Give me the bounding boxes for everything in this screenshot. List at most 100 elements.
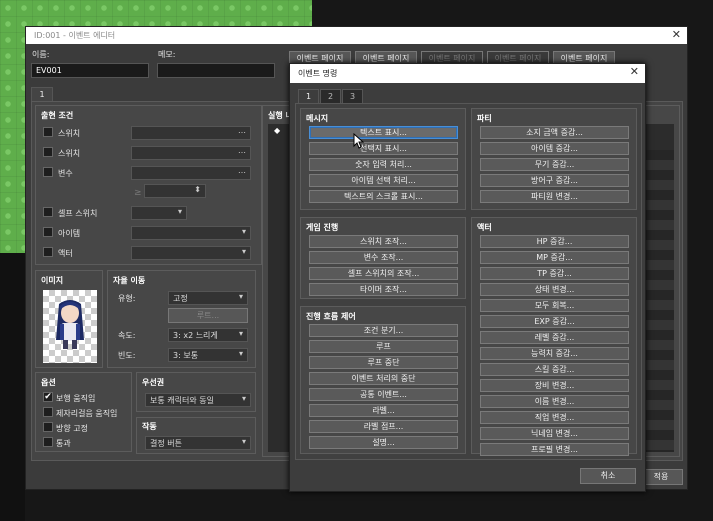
walking-anim-checkbox[interactable]: ✔ <box>43 392 53 402</box>
condition-checkbox[interactable] <box>43 207 53 217</box>
jump-to-label-button[interactable]: 라벨 점프... <box>309 420 458 433</box>
show-choices-button[interactable]: 선택지 표시... <box>309 142 458 155</box>
frequency-select[interactable]: 3: 보통 ▾ <box>168 348 248 362</box>
condition-checkbox[interactable] <box>43 127 53 137</box>
change-party-member-button[interactable]: 파티원 변경... <box>480 190 629 203</box>
change-items-button[interactable]: 아이템 증감... <box>480 142 629 155</box>
character-image[interactable] <box>43 290 97 363</box>
variable-value-stepper[interactable]: ⬍ <box>144 184 206 198</box>
change-hp-button[interactable]: HP 증감... <box>480 235 629 248</box>
loop-button[interactable]: 루프 <box>309 340 458 353</box>
switch2-select[interactable]: … <box>131 146 251 160</box>
editor-titlebar: ID:001 - 이벤트 에디터 ✕ <box>26 27 687 44</box>
select-item-button[interactable]: 아이템 선택 처리... <box>309 174 458 187</box>
self-switch-select[interactable]: ▾ <box>131 206 187 220</box>
dialog-title: 이벤트 명령 <box>298 69 338 78</box>
condition-checkbox[interactable] <box>43 227 53 237</box>
speed-select[interactable]: 3: x2 느리게 ▾ <box>168 328 248 342</box>
trigger-group: 작동 결정 버튼 ▾ <box>136 417 256 454</box>
close-icon[interactable]: ✕ <box>630 65 639 78</box>
change-parameter-button[interactable]: 능력치 증감... <box>480 347 629 360</box>
option-label: 제자리걸음 움직임 <box>56 409 118 418</box>
change-name-button[interactable]: 이름 변경... <box>480 395 629 408</box>
control-self-switch-button[interactable]: 셀프 스위치의 조작... <box>309 267 458 280</box>
condition-checkbox[interactable] <box>43 147 53 157</box>
ellipsis-icon: … <box>238 126 246 135</box>
conditional-branch-button[interactable]: 조건 분기... <box>309 324 458 337</box>
comment-button[interactable]: 설명... <box>309 436 458 449</box>
stepping-anim-checkbox[interactable] <box>43 407 53 417</box>
through-checkbox[interactable] <box>43 437 53 447</box>
chevron-down-icon: ▾ <box>177 207 182 216</box>
speed-value: 3: x2 느리게 <box>173 331 218 340</box>
exit-event-button[interactable]: 이벤트 처리의 중단 <box>309 372 458 385</box>
tab-page-1[interactable]: 1 <box>31 87 53 102</box>
change-armors-button[interactable]: 방어구 증감... <box>480 174 629 187</box>
change-level-button[interactable]: 레벨 증감... <box>480 331 629 344</box>
item-select[interactable]: ▾ <box>131 226 251 240</box>
condition-checkbox[interactable] <box>43 247 53 257</box>
message-group: 메시지 텍스트 표시... 선택지 표시... 숫자 입력 처리... 아이템 … <box>300 108 466 210</box>
chevron-down-icon: ▾ <box>241 247 246 256</box>
actor-group: 액터 HP 증감... MP 증감... TP 증감... 상태 변경... 모… <box>471 217 637 456</box>
change-tp-button[interactable]: TP 증감... <box>480 267 629 280</box>
game-progress-title: 게임 진행 <box>306 223 339 232</box>
chevron-down-icon: ▾ <box>241 227 246 236</box>
change-mp-button[interactable]: MP 증감... <box>480 251 629 264</box>
condition-label: 변수 <box>58 169 73 178</box>
actor-title: 액터 <box>477 223 492 232</box>
chevron-down-icon: ▾ <box>241 394 246 403</box>
options-title: 옵션 <box>41 378 56 387</box>
actor-select[interactable]: ▾ <box>131 246 251 260</box>
change-class-button[interactable]: 직업 변경... <box>480 411 629 424</box>
condition-checkbox[interactable] <box>43 167 53 177</box>
direction-fix-checkbox[interactable] <box>43 422 53 432</box>
move-type-value: 고정 <box>173 294 188 303</box>
change-gold-button[interactable]: 소지 금액 증감... <box>480 126 629 139</box>
change-equipment-button[interactable]: 장비 변경... <box>480 379 629 392</box>
frequency-value: 3: 보통 <box>173 351 199 360</box>
tab-command-2[interactable]: 2 <box>320 89 341 104</box>
control-switches-button[interactable]: 스위치 조작... <box>309 235 458 248</box>
recover-all-button[interactable]: 모두 회복... <box>480 299 629 312</box>
party-title: 파티 <box>477 114 492 123</box>
change-skill-button[interactable]: 스킬 증감... <box>480 363 629 376</box>
cancel-button[interactable]: 취소 <box>580 468 636 484</box>
show-text-button[interactable]: 텍스트 표시... <box>309 126 458 139</box>
dialog-titlebar: 이벤트 명령 ✕ <box>290 64 645 83</box>
chevron-down-icon: ▾ <box>241 437 246 446</box>
condition-label: 셀프 스위치 <box>58 209 98 218</box>
change-exp-button[interactable]: EXP 증감... <box>480 315 629 328</box>
control-variables-button[interactable]: 변수 조작... <box>309 251 458 264</box>
ellipsis-icon: … <box>238 166 246 175</box>
move-title: 자율 이동 <box>113 276 146 285</box>
close-icon[interactable]: ✕ <box>672 28 681 41</box>
trigger-select[interactable]: 결정 버튼 ▾ <box>145 436 251 450</box>
label-button[interactable]: 라벨... <box>309 404 458 417</box>
input-number-button[interactable]: 숫자 입력 처리... <box>309 158 458 171</box>
control-timer-button[interactable]: 타이머 조작... <box>309 283 458 296</box>
name-field[interactable]: EV001 <box>31 63 149 78</box>
tab-command-1[interactable]: 1 <box>298 89 319 104</box>
memo-field[interactable] <box>157 63 275 78</box>
change-nickname-button[interactable]: 닉네임 변경... <box>480 427 629 440</box>
flow-control-group: 진행 흐름 제어 조건 분기... 루프 루프 중단 이벤트 처리의 중단 공통… <box>300 306 466 454</box>
priority-select[interactable]: 보통 캐릭터와 동일 ▾ <box>145 393 251 407</box>
flow-control-title: 진행 흐름 제어 <box>306 312 356 321</box>
change-weapons-button[interactable]: 무기 증감... <box>480 158 629 171</box>
change-profile-button[interactable]: 프로필 변경... <box>480 443 629 456</box>
priority-title: 우선권 <box>142 378 165 387</box>
variable-select[interactable]: … <box>131 166 251 180</box>
tab-command-3[interactable]: 3 <box>342 89 363 104</box>
speed-label: 속도: <box>118 331 136 340</box>
route-button[interactable]: 루트... <box>168 308 248 323</box>
common-event-button[interactable]: 공통 이벤트... <box>309 388 458 401</box>
image-title: 이미지 <box>41 276 64 285</box>
switch1-select[interactable]: … <box>131 126 251 140</box>
move-type-select[interactable]: 고정 ▾ <box>168 291 248 305</box>
image-group: 이미지 <box>35 270 103 368</box>
editor-title: ID:001 - 이벤트 에디터 <box>34 31 116 40</box>
change-state-button[interactable]: 상태 변경... <box>480 283 629 296</box>
scrolling-text-button[interactable]: 텍스트의 스크롤 표시... <box>309 190 458 203</box>
break-loop-button[interactable]: 루프 중단 <box>309 356 458 369</box>
